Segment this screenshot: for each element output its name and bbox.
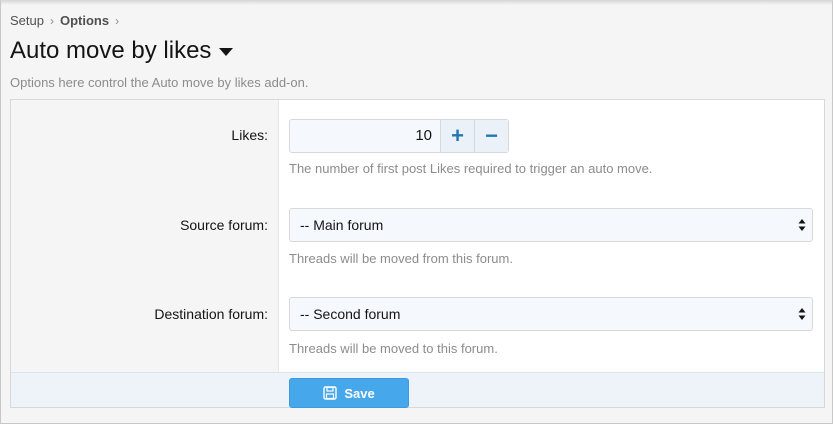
breadcrumb-options[interactable]: Options <box>60 13 109 28</box>
page-title: Auto move by likes <box>10 37 212 64</box>
source-forum-label: Source forum: <box>180 217 268 233</box>
save-button[interactable]: Save <box>289 378 409 408</box>
floppy-disk-icon <box>323 386 338 400</box>
page-frame: Setup › Options › Auto move by likes Opt… <box>0 0 833 424</box>
breadcrumb-separator-icon: › <box>49 13 54 28</box>
source-forum-select[interactable]: -- Main forum <box>289 208 813 242</box>
breadcrumb-setup[interactable]: Setup <box>10 13 44 28</box>
page-description: Options here control the Auto move by li… <box>10 75 309 90</box>
top-shadow <box>1 1 832 5</box>
destination-forum-label: Destination forum: <box>154 306 268 322</box>
likes-decrement-button[interactable]: − <box>474 120 508 152</box>
likes-input[interactable]: 10 <box>290 120 440 152</box>
plus-icon: + <box>451 123 464 148</box>
likes-increment-button[interactable]: + <box>440 120 474 152</box>
likes-number-input: 10 + − <box>289 119 509 153</box>
likes-label: Likes: <box>231 127 268 143</box>
select-arrows-icon <box>798 219 806 231</box>
likes-hint: The number of first post Likes required … <box>289 161 653 176</box>
destination-forum-select[interactable]: -- Second forum <box>289 297 813 331</box>
destination-forum-hint: Threads will be moved to this forum. <box>289 341 498 356</box>
source-forum-hint: Threads will be moved from this forum. <box>289 251 513 266</box>
save-button-label: Save <box>344 385 375 401</box>
options-form: Likes: 10 + − The number of first post L… <box>10 99 825 408</box>
caret-down-icon[interactable] <box>219 48 234 56</box>
minus-icon: − <box>485 123 498 148</box>
form-footer: Save <box>11 372 824 408</box>
destination-forum-selected: -- Second forum <box>300 306 401 322</box>
page-title-row[interactable]: Auto move by likes <box>10 37 234 65</box>
breadcrumb: Setup › Options › <box>10 13 125 28</box>
source-forum-selected: -- Main forum <box>300 217 384 233</box>
breadcrumb-separator-icon: › <box>115 13 120 28</box>
select-arrows-icon <box>798 308 806 320</box>
